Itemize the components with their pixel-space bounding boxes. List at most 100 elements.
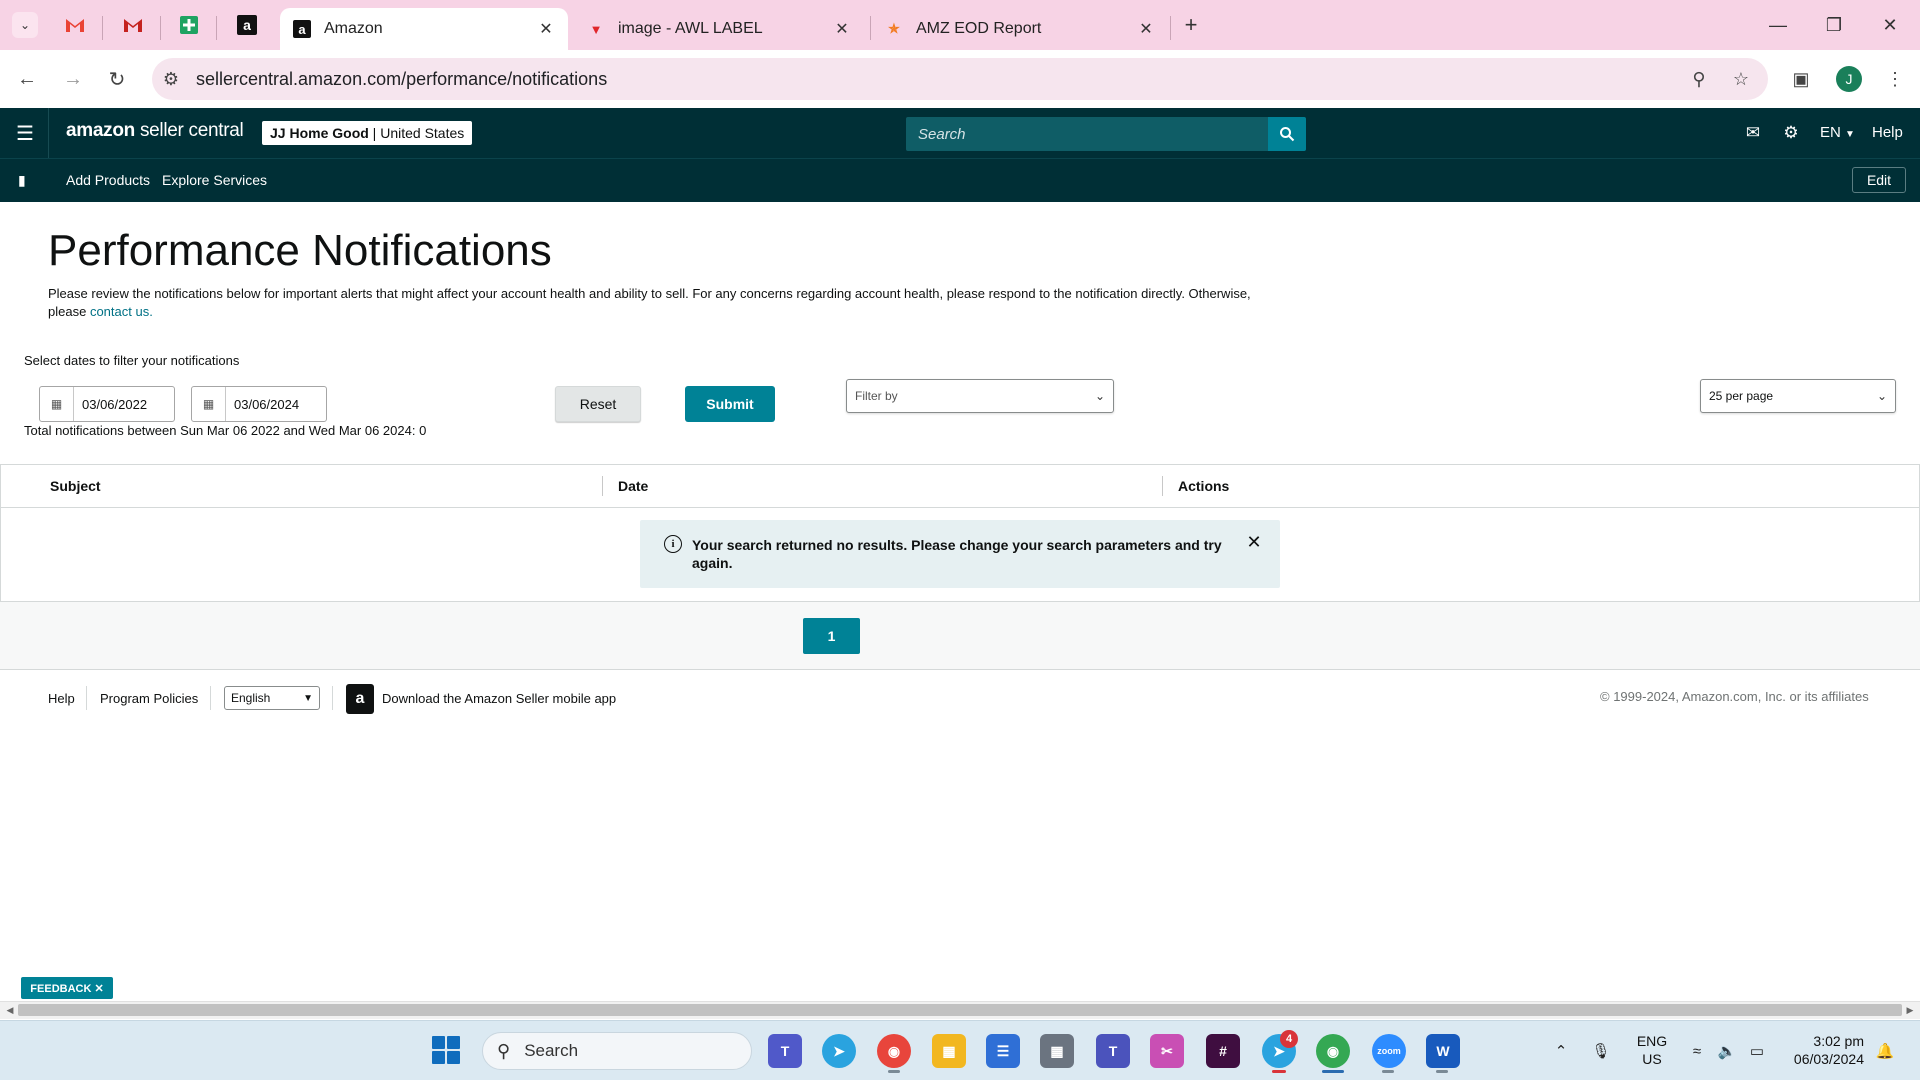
slack-app-icon[interactable]: # [1206, 1034, 1240, 1068]
scrollbar-thumb[interactable] [18, 1004, 1902, 1016]
minimize-window-icon[interactable]: — [1758, 10, 1798, 40]
close-icon[interactable]: ✕ [1244, 532, 1264, 552]
forward-arrow-icon[interactable]: → [56, 62, 90, 96]
footer-help-link[interactable]: Help [48, 691, 75, 706]
reload-icon[interactable]: ↻ [100, 62, 134, 96]
close-tab-icon[interactable]: ✕ [1134, 19, 1158, 39]
mail-icon[interactable]: ✉ [1740, 120, 1766, 146]
tab-awl-label[interactable]: ▼ image - AWL LABEL ✕ [574, 8, 864, 50]
back-arrow-icon[interactable]: ← [10, 62, 44, 96]
per-page-value: 25 per page [1709, 389, 1774, 403]
tab-amz-eod-report[interactable]: ✯ AMZ EOD Report ✕ [872, 8, 1168, 50]
tab-label: AMZ EOD Report [916, 20, 1042, 37]
wifi-icon[interactable]: ≈ [1686, 1040, 1708, 1062]
sheets-pinned-tab-icon[interactable] [176, 12, 202, 38]
calendar-icon[interactable]: ▦ [192, 387, 226, 421]
teams-app-icon[interactable]: T [768, 1034, 802, 1068]
gmail-pinned-tab-icon[interactable] [62, 12, 88, 38]
reset-button[interactable]: Reset [555, 386, 641, 422]
zoom-magnifier-icon[interactable]: ⚲ [1684, 64, 1714, 94]
page-number-button[interactable]: 1 [803, 618, 860, 654]
teams-work-app-icon[interactable]: T [1096, 1034, 1130, 1068]
footer-separator [210, 686, 211, 710]
file-explorer-icon[interactable]: ▦ [932, 1034, 966, 1068]
submit-button[interactable]: Submit [685, 386, 775, 422]
store-switcher[interactable]: JJ Home Good | United States [262, 121, 473, 145]
new-tab-plus-icon[interactable]: + [1178, 12, 1204, 38]
scroll-right-arrow-icon[interactable]: ▶ [1902, 1003, 1918, 1017]
bookmark-icon[interactable]: ▮ [18, 172, 30, 188]
taskbar-search-placeholder: Search [524, 1041, 579, 1060]
clock[interactable]: 3:02 pm 06/03/2024 [1780, 1032, 1864, 1068]
search-icon[interactable] [1268, 117, 1306, 151]
per-page-select[interactable]: 25 per page ⌄ [1700, 379, 1896, 413]
telegram-app-icon[interactable]: ➤ [822, 1034, 856, 1068]
clock-time: 3:02 pm [1813, 1033, 1864, 1049]
url-text[interactable]: sellercentral.amazon.com/performance/not… [196, 69, 607, 90]
filter-by-value: Filter by [855, 389, 898, 403]
scroll-left-arrow-icon[interactable]: ◀ [2, 1003, 18, 1017]
help-link[interactable]: Help [1872, 124, 1903, 141]
running-indicator [888, 1070, 900, 1073]
notepad-app-icon[interactable]: ☰ [986, 1034, 1020, 1068]
running-indicator [1382, 1070, 1394, 1073]
download-app-link[interactable]: Download the Amazon Seller mobile app [382, 691, 616, 706]
footer-program-policies-link[interactable]: Program Policies [100, 691, 198, 706]
volume-icon[interactable]: 🔈 [1716, 1040, 1738, 1062]
footer-language-value: English [231, 691, 271, 705]
nav-add-products[interactable]: Add Products [66, 172, 150, 188]
feedback-button[interactable]: FEEDBACK ✕ [21, 977, 113, 999]
header-search-input[interactable]: Search [906, 117, 1268, 151]
contact-us-link[interactable]: contact us. [90, 304, 153, 319]
language-selector[interactable]: EN ▼ [1820, 124, 1855, 141]
seller-central-logo[interactable]: amazon seller central [66, 120, 244, 142]
close-tab-icon[interactable]: ✕ [830, 19, 854, 39]
windows-start-icon[interactable] [432, 1036, 460, 1064]
word-app-icon[interactable]: W [1426, 1034, 1460, 1068]
edit-nav-button[interactable]: Edit [1852, 167, 1906, 193]
bookmarks-nav-bar [0, 158, 1920, 202]
date-to-field[interactable]: ▦ 03/06/2024 [191, 386, 327, 422]
battery-icon[interactable]: ▭ [1746, 1040, 1768, 1062]
close-window-icon[interactable]: ✕ [1870, 10, 1910, 40]
taskbar-search-box[interactable]: ⚲ Search [482, 1032, 752, 1070]
browser-menu-kebab-icon[interactable]: ⋮ [1880, 64, 1910, 94]
nav-explore-services[interactable]: Explore Services [162, 172, 267, 188]
column-header-subject[interactable]: Subject [50, 478, 101, 494]
gmail-pinned-tab-icon[interactable] [120, 12, 146, 38]
tab-search-chevron-icon[interactable]: ⌄ [12, 12, 38, 38]
chevron-down-icon: ▼ [303, 692, 313, 704]
pagination-bar [0, 602, 1920, 670]
side-panel-icon[interactable]: ▣ [1786, 64, 1816, 94]
profile-avatar[interactable]: J [1836, 66, 1862, 92]
input-language-indicator[interactable]: ENG US [1632, 1032, 1672, 1068]
tab-label: image - AWL LABEL [618, 20, 763, 37]
site-settings-icon[interactable]: ⚙ [156, 64, 186, 94]
filter-by-select[interactable]: Filter by ⌄ [846, 379, 1114, 413]
chevron-down-icon: ▼ [1845, 129, 1855, 140]
chrome-profile-app-icon[interactable]: ◉ [1316, 1034, 1350, 1068]
amazon-app-icon[interactable]: a [346, 684, 374, 714]
date-from-field[interactable]: ▦ 03/06/2022 [39, 386, 175, 422]
microphone-icon[interactable]: 🎙 [1590, 1040, 1612, 1062]
calculator-app-icon[interactable]: ▦ [1040, 1034, 1074, 1068]
amazon-pinned-tab-icon[interactable]: a [234, 12, 260, 38]
chevron-up-icon[interactable]: ⌃ [1550, 1040, 1572, 1062]
bookmark-star-icon[interactable]: ☆ [1726, 64, 1756, 94]
no-results-message: Your search returned no results. Please … [692, 537, 1222, 571]
snipping-tool-icon[interactable]: ✂ [1150, 1034, 1184, 1068]
footer-language-select[interactable]: English ▼ [224, 686, 320, 710]
zoom-app-icon[interactable]: zoom [1372, 1034, 1406, 1068]
tab-amazon[interactable]: a Amazon ✕ [280, 8, 568, 50]
calendar-icon[interactable]: ▦ [40, 387, 74, 421]
gear-icon[interactable]: ⚙ [1778, 120, 1804, 146]
column-header-actions[interactable]: Actions [1178, 478, 1229, 494]
chevron-down-icon: ⌄ [1094, 389, 1105, 403]
restore-window-icon[interactable]: ❐ [1814, 10, 1854, 40]
chrome-app-icon[interactable]: ◉ [877, 1034, 911, 1068]
close-tab-icon[interactable]: ✕ [534, 19, 558, 39]
header-divider [48, 108, 49, 158]
hamburger-menu-icon[interactable]: ☰ [12, 120, 38, 146]
column-header-date[interactable]: Date [618, 478, 648, 494]
notification-bell-icon[interactable]: 🔔 [1874, 1040, 1896, 1062]
